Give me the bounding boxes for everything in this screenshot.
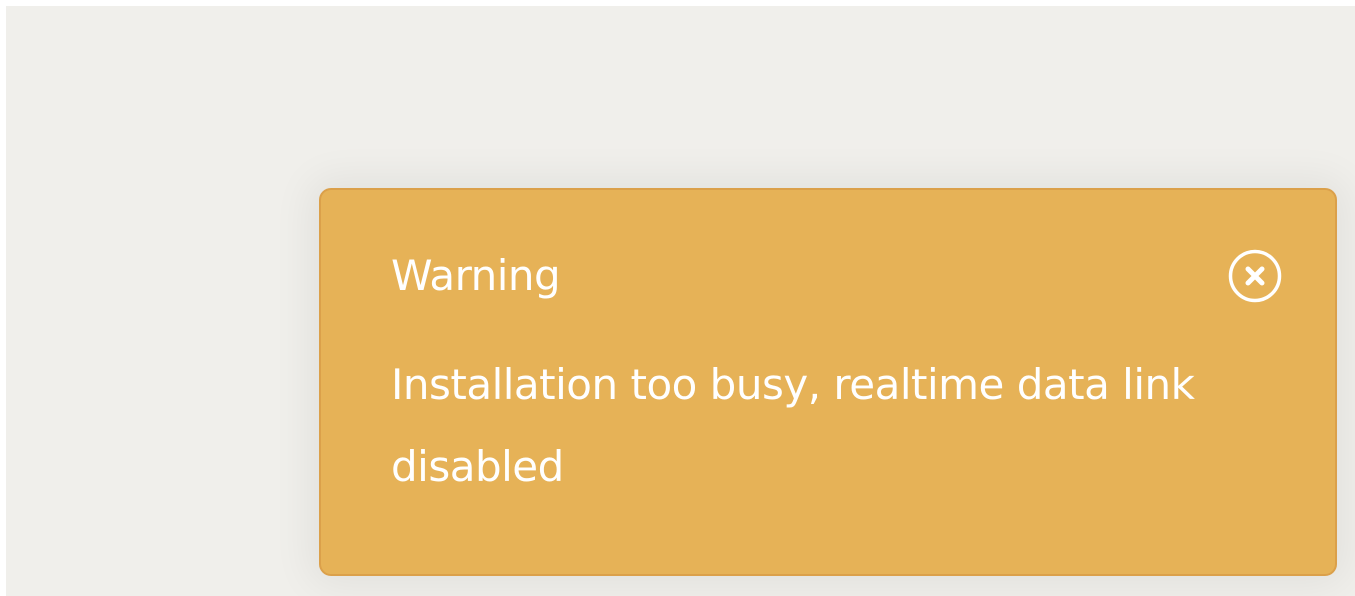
page-background: Warning Installation too busy, realtime …	[6, 6, 1355, 596]
notification-title: Warning	[391, 251, 561, 300]
notification-message: Installation too busy, realtime data lin…	[391, 360, 1195, 491]
close-circle-icon	[1228, 249, 1282, 303]
warning-notification: Warning Installation too busy, realtime …	[319, 188, 1337, 576]
close-button[interactable]	[1227, 248, 1283, 304]
